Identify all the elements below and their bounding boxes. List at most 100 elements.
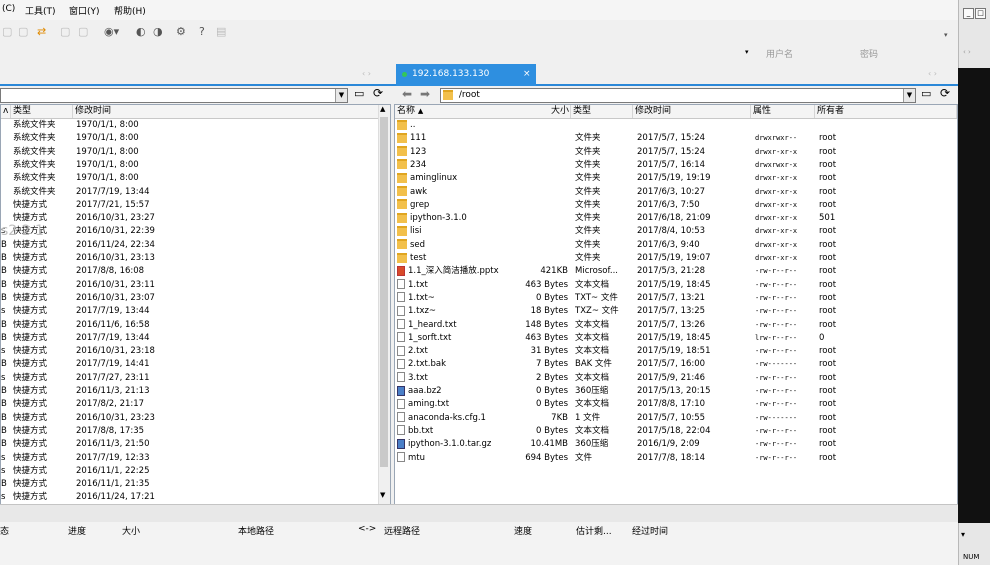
table-row[interactable]: ipython-3.1.0 文件夹 2017/6/18, 21:09 drwxr-xr… [395, 212, 957, 225]
table-row[interactable]: aminglinux 文件夹 2017/5/19, 19:19 drwxr-xr-x r… [395, 172, 957, 185]
table-row[interactable]: B 快捷方式 2017/8/8, 17:35 [1, 425, 379, 438]
table-row[interactable]: 1.txz~ 18 Bytes TXZ~ 文件 2017/5/7, 13:25 -rw-… [395, 305, 957, 318]
scroll-up-icon[interactable]: ▲ [380, 105, 385, 113]
col-owner[interactable]: 所有者 [815, 105, 957, 118]
new-session-icon[interactable]: ▢ [2, 25, 12, 39]
chevron-down-icon[interactable]: ▼ [335, 89, 347, 102]
host-dropdown-icon[interactable]: ▾ [745, 48, 749, 56]
side-scroll-down-icon[interactable]: ▾ [961, 530, 965, 539]
col-eta[interactable]: 估计剩... [576, 524, 612, 537]
table-row[interactable]: test 文件夹 2017/5/19, 19:07 drwxr-xr-x root [395, 252, 957, 265]
col-speed[interactable]: 速度 [514, 524, 532, 537]
table-row[interactable]: awk 文件夹 2017/6/3, 10:27 drwxr-xr-x root [395, 186, 957, 199]
table-row[interactable]: s 快捷方式 2016/11/24, 17:21 [1, 491, 379, 504]
back-icon[interactable]: ⬅ [402, 87, 412, 101]
side-tab-arrows[interactable]: ‹ › [963, 48, 987, 58]
local-path-combo[interactable]: ▼ [0, 88, 348, 103]
table-row[interactable]: ipython-3.1.0.tar.gz 10.41MB 360压缩 2016/1/9… [395, 438, 957, 451]
remote-tab-nav-icon[interactable]: ‹ › [928, 69, 937, 78]
col-direction[interactable]: <-> [358, 524, 376, 534]
table-row[interactable]: lisi 文件夹 2017/8/4, 10:53 drwxr-xr-x root [395, 225, 957, 238]
sync2-icon[interactable]: ◑ [153, 25, 163, 39]
col-type[interactable]: 类型 [11, 105, 73, 118]
table-row[interactable]: 1_heard.txt 148 Bytes 文本文档 2017/5/7, 13:26 -… [395, 319, 957, 332]
table-row[interactable]: 快捷方式 2016/10/31, 23:27 [1, 212, 379, 225]
refresh-icon[interactable]: ⟳ [373, 86, 383, 100]
table-row[interactable]: bb.txt 0 Bytes 文本文档 2017/5/18, 22:04 -rw-r--… [395, 425, 957, 438]
table-row[interactable]: 1.1_深入简洁播放.pptx 421KB Microsof... 2017/5/3,… [395, 265, 957, 278]
table-row[interactable]: B 快捷方式 2016/10/31, 23:13 [1, 252, 379, 265]
col-local-path[interactable]: 本地路径 [238, 524, 274, 537]
password-field[interactable]: 密码 [860, 47, 878, 60]
table-row[interactable]: anaconda-ks.cfg.1 7KB 1 文件 2017/5/7, 10:55 -… [395, 412, 957, 425]
col-progress[interactable]: 进度 [68, 524, 86, 537]
table-row[interactable]: B 快捷方式 2017/8/2, 21:17 [1, 398, 379, 411]
table-row[interactable]: B 快捷方式 2016/10/31, 23:11 [1, 279, 379, 292]
table-row[interactable]: B 快捷方式 2017/7/19, 13:44 [1, 332, 379, 345]
forward-icon[interactable]: ➡ [420, 87, 430, 101]
col-caret[interactable]: ʌ [1, 105, 11, 118]
menu-help[interactable]: 帮助(H) [114, 4, 146, 17]
table-row[interactable]: B 快捷方式 2016/11/24, 22:34 [1, 239, 379, 252]
table-row[interactable]: 系统文件夹 1970/1/1, 8:00 [1, 159, 379, 172]
help-icon[interactable]: ? [199, 25, 205, 39]
table-row[interactable]: aaa.bz2 0 Bytes 360压缩 2017/5/13, 20:15 -rw-r… [395, 385, 957, 398]
table-row[interactable]: 1.txt~ 0 Bytes TXT~ 文件 2017/5/7, 13:21 -rw-r… [395, 292, 957, 305]
scroll-down-icon[interactable]: ▼ [380, 491, 385, 499]
menu-tools[interactable]: 工具(T) [25, 4, 56, 17]
table-row[interactable]: 111 文件夹 2017/5/7, 15:24 drwxrwxr-- root [395, 132, 957, 145]
table-row[interactable]: s 快捷方式 2017/7/27, 23:11 [1, 372, 379, 385]
username-field[interactable]: 用户名 [766, 47, 793, 60]
col-attributes[interactable]: 属性 [751, 105, 815, 118]
table-row[interactable]: 3.txt 2 Bytes 文本文档 2017/5/9, 21:46 -rw-r--r-… [395, 372, 957, 385]
menu-window[interactable]: 窗口(Y) [69, 4, 100, 17]
tab-close-icon[interactable]: × [523, 69, 531, 79]
tab-remote-session[interactable]: 192.168.133.130 × [396, 64, 536, 86]
col-type[interactable]: 类型 [571, 105, 633, 118]
table-row[interactable]: B 快捷方式 2016/11/3, 21:50 [1, 438, 379, 451]
table-row[interactable]: s 快捷方式 2016/10/31, 22:39 [1, 225, 379, 238]
minimize-button[interactable]: _ [963, 8, 974, 19]
table-row[interactable]: 系统文件夹 1970/1/1, 8:00 [1, 146, 379, 159]
col-size[interactable]: 大小 [122, 524, 140, 537]
toolbar-overflow-icon[interactable]: ▾ [944, 28, 948, 42]
table-row[interactable]: 1.txt 463 Bytes 文本文档 2017/5/19, 18:45 -rw-r-… [395, 279, 957, 292]
gear-icon[interactable]: ⚙ [176, 25, 186, 39]
table-row[interactable]: B 快捷方式 2016/11/1, 21:35 [1, 478, 379, 491]
table-row[interactable]: 系统文件夹 2017/7/19, 13:44 [1, 186, 379, 199]
paste-icon[interactable]: ▢ [78, 25, 88, 39]
copy-icon[interactable]: ▢ [60, 25, 70, 39]
scroll-thumb[interactable] [380, 117, 388, 467]
table-row[interactable]: B 快捷方式 2017/8/8, 16:08 [1, 265, 379, 278]
table-row[interactable]: 系统文件夹 1970/1/1, 8:00 [1, 119, 379, 132]
table-row[interactable]: B 快捷方式 2016/10/31, 23:07 [1, 292, 379, 305]
sync-icon[interactable]: ◐ [136, 25, 146, 39]
local-scrollbar[interactable]: ▲ ▼ [378, 105, 390, 505]
open-icon[interactable]: ▢ [18, 25, 28, 39]
table-row[interactable]: 2.txt 31 Bytes 文本文档 2017/5/19, 18:51 -rw-r--… [395, 345, 957, 358]
col-modified[interactable]: 修改时间 [73, 105, 379, 118]
chevron-down-icon[interactable]: ▼ [903, 89, 915, 102]
globe-icon[interactable]: ◉▾ [104, 25, 119, 39]
col-elapsed[interactable]: 经过时间 [632, 524, 668, 537]
local-tab-nav-icon[interactable]: ‹ › [362, 69, 371, 78]
table-row[interactable]: 123 文件夹 2017/5/7, 15:24 drwxr-xr-x root [395, 146, 957, 159]
table-row[interactable]: B 快捷方式 2016/11/3, 21:13 [1, 385, 379, 398]
table-row[interactable]: s 快捷方式 2017/7/19, 13:44 [1, 305, 379, 318]
table-row[interactable]: 快捷方式 2017/7/21, 15:57 [1, 199, 379, 212]
table-row[interactable]: B 快捷方式 2016/11/6, 16:58 [1, 319, 379, 332]
col-size[interactable]: 大小 [525, 105, 571, 118]
table-row[interactable]: 2.txt.bak 7 Bytes BAK 文件 2017/5/7, 16:00 -rw… [395, 358, 957, 371]
transfer-icon[interactable]: ⇄ [37, 25, 46, 39]
table-row[interactable]: s 快捷方式 2016/11/1, 22:25 [1, 465, 379, 478]
table-row[interactable]: s 快捷方式 2016/10/31, 23:18 [1, 345, 379, 358]
refresh-icon[interactable]: ⟳ [940, 86, 950, 100]
table-row[interactable]: 234 文件夹 2017/5/7, 16:14 drwxrwxr-x root [395, 159, 957, 172]
table-row[interactable]: grep 文件夹 2017/6/3, 7:50 drwxr-xr-x root [395, 199, 957, 212]
folder-up-icon[interactable]: ▭ [921, 87, 931, 100]
col-remote-path[interactable]: 远程路径 [384, 524, 420, 537]
table-row[interactable]: B 快捷方式 2016/10/31, 23:23 [1, 412, 379, 425]
menu-c[interactable]: (C) [2, 4, 15, 14]
table-row[interactable]: aming.txt 0 Bytes 文本文档 2017/8/8, 17:10 -rw-r… [395, 398, 957, 411]
table-row[interactable]: 系统文件夹 1970/1/1, 8:00 [1, 172, 379, 185]
